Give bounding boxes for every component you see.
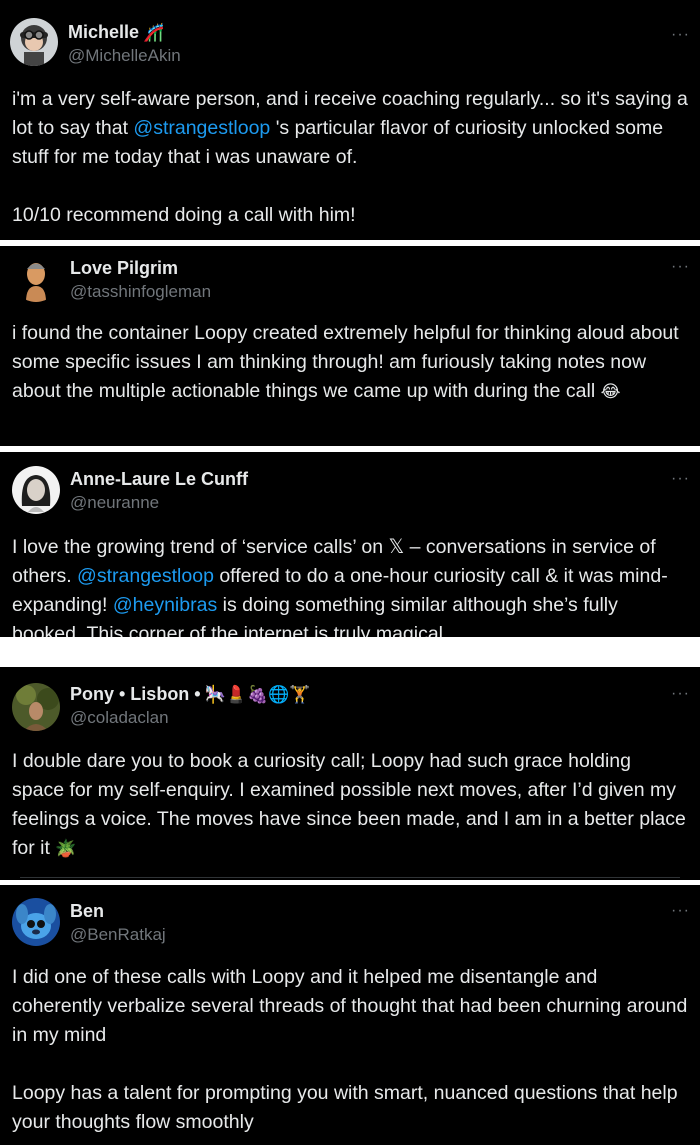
avatar-image [12, 254, 60, 302]
user-handle[interactable]: @neuranne [70, 493, 159, 513]
display-name[interactable]: Michelle 🎢 [68, 22, 164, 43]
tweet-text: I did one of these calls with Loopy and … [12, 963, 688, 1137]
avatar-image [12, 898, 60, 946]
avatar-image [10, 18, 58, 66]
display-name[interactable]: Ben [70, 901, 104, 922]
divider [20, 877, 680, 878]
display-name-text: Pony • Lisbon • [70, 684, 201, 704]
display-name-text: Anne-Laure Le Cunff [70, 469, 248, 489]
avatar[interactable] [12, 898, 60, 946]
laughing-tears-emoji-icon: 😂 [600, 382, 621, 401]
tweet-paragraph: I double dare you to book a curiosity ca… [12, 750, 686, 859]
tweet-paragraph: I did one of these calls with Loopy and … [12, 966, 688, 1046]
display-name-text: Love Pilgrim [70, 258, 179, 278]
tweet-paragraph: i found the container Loopy created extr… [12, 322, 679, 402]
more-options-icon[interactable]: ··· [671, 685, 690, 703]
display-name-text: Ben [70, 901, 105, 921]
display-name[interactable]: Pony • Lisbon • 🎠💄🍇🌐🏋 [70, 684, 310, 705]
avatar[interactable] [12, 466, 60, 514]
tweet-text: i'm a very self-aware person, and i rece… [12, 85, 688, 230]
tweet-paragraph: i'm a very self-aware person, and i rece… [12, 88, 688, 168]
avatar[interactable] [12, 254, 60, 302]
display-name-text: Michelle [68, 22, 140, 42]
tweet-paragraph: I love the growing trend of ‘service cal… [12, 536, 668, 637]
user-handle[interactable]: @coladaclan [70, 708, 169, 728]
tweet-card[interactable]: Pony • Lisbon • 🎠💄🍇🌐🏋 @coladaclan ··· I … [0, 667, 700, 880]
tweet-card[interactable]: Ben @BenRatkaj ··· I did one of these ca… [0, 885, 700, 1145]
tweet-card[interactable]: Love Pilgrim @tasshinfogleman ··· i foun… [0, 246, 700, 446]
tweet-card[interactable]: Anne-Laure Le Cunff @neuranne ··· I love… [0, 452, 700, 637]
mention-link[interactable]: @strangestloop [77, 565, 214, 587]
potted-plant-emoji-icon: 🪴 [55, 839, 77, 858]
roller-coaster-emoji-icon: 🎢 [143, 22, 165, 42]
avatar[interactable] [10, 18, 58, 66]
tweet-text: i found the container Loopy created extr… [12, 319, 688, 406]
tweet-text: I love the growing trend of ‘service cal… [12, 533, 688, 637]
display-name[interactable]: Love Pilgrim [70, 258, 178, 279]
mention-link[interactable]: @strangestloop [133, 117, 270, 139]
more-options-icon[interactable]: ··· [671, 470, 690, 488]
avatar-image [12, 683, 60, 731]
tweet-text: I double dare you to book a curiosity ca… [12, 747, 688, 863]
more-options-icon[interactable]: ··· [671, 258, 690, 276]
avatar-image [12, 466, 60, 514]
tweet-card[interactable]: Michelle 🎢 @MichelleAkin ··· i'm a very … [0, 0, 700, 240]
avatar[interactable] [12, 683, 60, 731]
user-handle[interactable]: @MichelleAkin [68, 46, 181, 66]
display-name[interactable]: Anne-Laure Le Cunff [70, 469, 248, 490]
tweet-paragraph: 10/10 recommend doing a call with him! [12, 204, 356, 226]
more-options-icon[interactable]: ··· [671, 26, 690, 44]
mention-link[interactable]: @heynibras [113, 594, 217, 616]
user-handle[interactable]: @tasshinfogleman [70, 282, 211, 302]
user-handle[interactable]: @BenRatkaj [70, 925, 166, 945]
tweet-paragraph: Loopy has a talent for prompting you wit… [12, 1082, 678, 1133]
more-options-icon[interactable]: ··· [671, 902, 690, 920]
name-emoji-icons: 🎠💄🍇🌐🏋 [204, 684, 311, 704]
x-logo-icon: 𝕏 [388, 536, 405, 558]
